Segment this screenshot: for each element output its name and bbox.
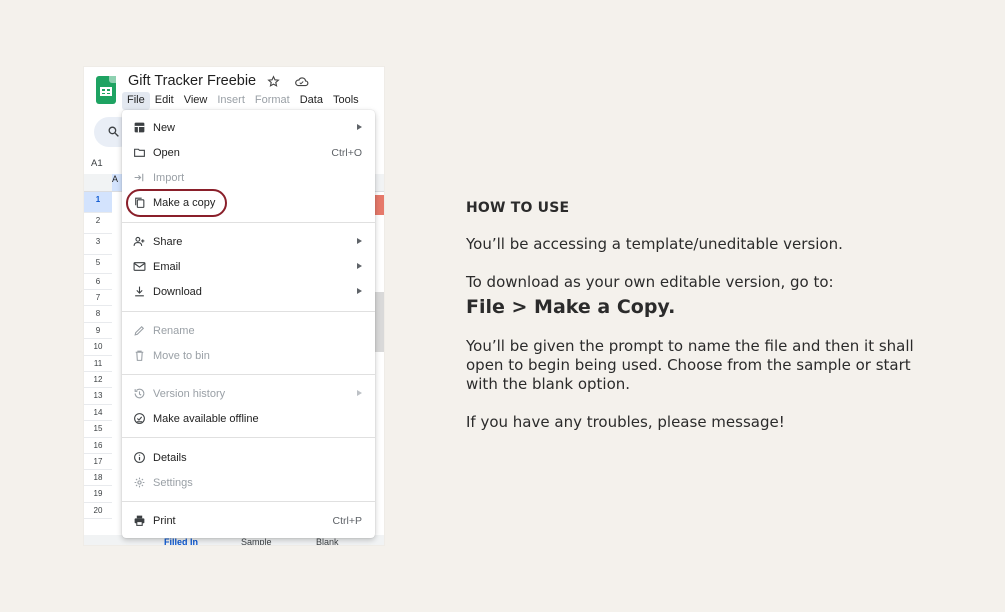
menu-view[interactable]: View (179, 92, 213, 110)
menu-item-label: Rename (153, 324, 195, 337)
new-sheet-icon (134, 122, 145, 133)
row-number[interactable]: 8 (84, 306, 112, 323)
settings-icon (134, 477, 145, 488)
menu-tools[interactable]: Tools (328, 92, 364, 110)
sheet-tab-filled-in[interactable]: Filled In (164, 537, 198, 545)
instructions-emphasis: File > Make a Copy. (466, 296, 676, 318)
row-number[interactable]: 1 (84, 192, 112, 213)
menu-item-version-history[interactable]: Version history (122, 381, 375, 406)
menu-item-print[interactable]: Print Ctrl+P (122, 508, 375, 533)
row-number[interactable]: 15 (84, 421, 112, 438)
row-number[interactable]: 14 (84, 405, 112, 421)
menu-item-label: Settings (153, 476, 193, 489)
share-person-icon (133, 236, 145, 246)
menu-item-label: Make available offline (153, 412, 259, 425)
import-icon (134, 173, 144, 182)
history-icon (134, 388, 145, 399)
sheet-tab-sample[interactable]: Sample (241, 537, 272, 545)
submenu-arrow-icon (357, 288, 362, 294)
submenu-arrow-icon (357, 263, 362, 269)
menu-data[interactable]: Data (295, 92, 328, 110)
bin-icon (135, 350, 144, 361)
sheet-tab-blank[interactable]: Blank (316, 537, 339, 545)
menu-item-label: Print (153, 514, 176, 527)
menu-item-make-available-offline[interactable]: Make available offline (122, 406, 375, 431)
row-number[interactable]: 2 (84, 213, 112, 234)
submenu-arrow-icon (357, 238, 362, 244)
rename-icon (134, 325, 145, 336)
search-icon (108, 126, 119, 137)
menu-item-label: Share (153, 235, 183, 248)
row-number[interactable]: 13 (84, 388, 112, 405)
row-number[interactable]: 11 (84, 356, 112, 372)
menu-item-label: Open (153, 146, 180, 159)
submenu-arrow-icon (357, 390, 362, 396)
row-number[interactable]: 20 (84, 503, 112, 519)
row-number[interactable]: 16 (84, 438, 112, 454)
instructions-paragraph-3: You’ll be given the prompt to name the f… (466, 337, 914, 393)
row-number[interactable]: 10 (84, 339, 112, 356)
row-number[interactable]: 5 (84, 255, 112, 274)
menu-divider (122, 374, 375, 375)
name-box[interactable]: A1 (91, 158, 103, 169)
menu-item-move-to-bin[interactable]: Move to bin (122, 343, 375, 368)
sheets-logo-icon (96, 76, 116, 104)
menu-divider (122, 222, 375, 223)
menu-file[interactable]: File (122, 92, 150, 110)
menu-format[interactable]: Format (250, 92, 295, 110)
menu-item-email[interactable]: Email (122, 254, 375, 279)
shortcut-label: Ctrl+O (331, 146, 362, 159)
menu-item-download[interactable]: Download (122, 279, 375, 304)
menu-item-label: Download (153, 285, 202, 298)
menu-divider (122, 501, 375, 502)
menu-item-import[interactable]: Import (122, 165, 375, 190)
print-icon (134, 515, 145, 526)
instructions-paragraph-4: If you have any troubles, please message… (466, 413, 785, 431)
menu-divider (122, 437, 375, 438)
menu-divider (122, 311, 375, 312)
row-number[interactable]: 12 (84, 372, 112, 388)
star-icon[interactable] (267, 75, 280, 88)
make-a-copy-highlight-ring (126, 189, 227, 217)
instructions-paragraph-1: You’ll be accessing a template/uneditabl… (466, 235, 843, 253)
row-number[interactable]: 19 (84, 486, 112, 503)
menu-item-label: Details (153, 451, 187, 464)
banner-cell-fill (375, 292, 384, 352)
row-number[interactable]: 9 (84, 323, 112, 339)
email-icon (133, 262, 146, 271)
offline-icon (134, 413, 145, 424)
menu-item-settings[interactable]: Settings (122, 470, 375, 495)
menu-item-open[interactable]: Open Ctrl+O (122, 140, 375, 165)
row-number[interactable]: 17 (84, 454, 112, 470)
column-header-a[interactable]: A (112, 174, 122, 191)
row-number[interactable]: 7 (84, 290, 112, 306)
menu-edit[interactable]: Edit (150, 92, 179, 110)
menu-item-label: Email (153, 260, 181, 273)
cloud-status-icon[interactable] (294, 75, 309, 88)
info-icon (134, 452, 145, 463)
row-number[interactable]: 18 (84, 470, 112, 486)
download-icon (135, 286, 144, 297)
menu-item-rename[interactable]: Rename (122, 318, 375, 343)
menu-item-label: New (153, 121, 176, 134)
menu-item-details[interactable]: Details (122, 445, 375, 470)
row-number[interactable]: 3 (84, 234, 112, 255)
menu-item-new[interactable]: New (122, 115, 375, 140)
menu-item-label: Version history (153, 387, 226, 400)
row-number[interactable]: 6 (84, 274, 112, 290)
instructions-panel: HOW TO USE You’ll be accessing a templat… (466, 200, 946, 451)
file-menu: New Open Ctrl+O Import Make a copy Share (122, 110, 375, 538)
menu-item-label: Move to bin (153, 349, 210, 362)
submenu-arrow-icon (357, 124, 362, 130)
menu-insert[interactable]: Insert (212, 92, 250, 110)
doc-title[interactable]: Gift Tracker Freebie (128, 73, 256, 89)
header-cell-fill (375, 195, 384, 215)
instructions-heading: HOW TO USE (466, 200, 570, 216)
menu-item-share[interactable]: Share (122, 229, 375, 254)
menu-item-label: Import (153, 171, 185, 184)
folder-icon (134, 148, 145, 157)
instructions-paragraph-2: To download as your own editable version… (466, 273, 834, 291)
shortcut-label: Ctrl+P (332, 514, 362, 527)
menu-bar: File Edit View Insert Format Data Tools (122, 92, 364, 110)
